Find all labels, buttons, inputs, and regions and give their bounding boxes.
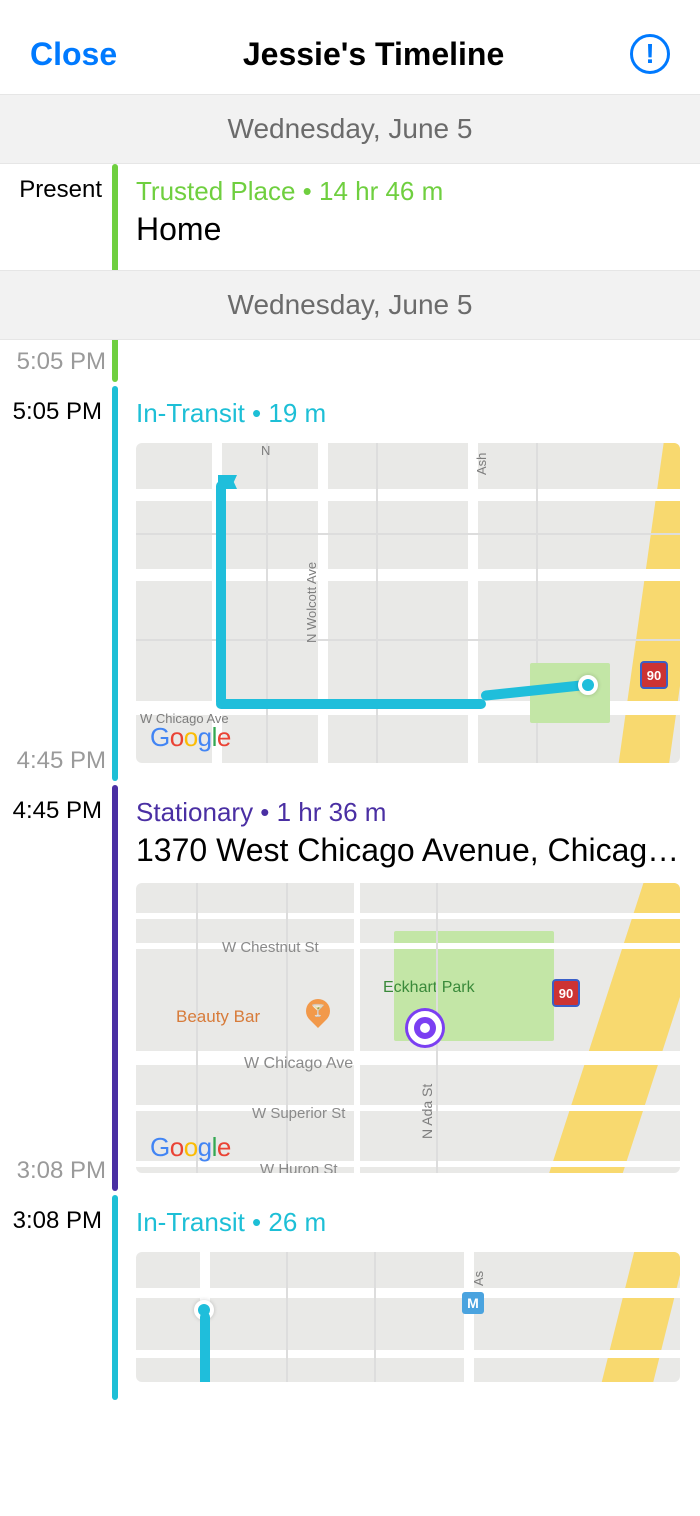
time-end: 5:05 PM (17, 348, 106, 376)
date-header: Wednesday, June 5 (0, 94, 700, 164)
map-thumbnail[interactable]: As M (136, 1252, 680, 1382)
interstate-shield-icon: 90 (552, 979, 580, 1007)
time-end: 4:45 PM (17, 747, 106, 775)
metro-icon: M (462, 1292, 484, 1314)
entry-category: Trusted Place • 14 hr 46 m (136, 176, 680, 207)
timeline-entry-transit[interactable]: 5:05 PM In-Transit • 19 m W Chicago Ave … (0, 386, 700, 781)
timeline-entry-stationary[interactable]: 4:45 PM Stationary • 1 hr 36 m 1370 West… (0, 785, 700, 1191)
map-road-label: W Superior St (252, 1105, 345, 1122)
time-start: 3:08 PM (0, 1207, 102, 1235)
entry-category: In-Transit • 26 m (136, 1207, 680, 1238)
route-end-dot-icon (578, 675, 598, 695)
google-logo: Google (150, 722, 231, 753)
close-button[interactable]: Close (30, 36, 117, 73)
time-start: 5:05 PM (0, 398, 102, 426)
map-road-label: W Huron St (260, 1161, 338, 1173)
timeline-bar (112, 386, 118, 781)
map-road-label: N Ada St (419, 1084, 435, 1139)
map-road-label: Ash (474, 453, 489, 475)
page-title: Jessie's Timeline (243, 36, 504, 73)
map-thumbnail[interactable]: W Chicago Ave N Wolcott Ave Ash N 90 Goo… (136, 443, 680, 763)
interstate-shield-icon: 90 (640, 661, 668, 689)
nav-header: Close Jessie's Timeline ! (0, 0, 700, 94)
info-icon[interactable]: ! (630, 34, 670, 74)
time-start: 4:45 PM (0, 797, 102, 825)
poi-label: Beauty Bar (176, 1007, 260, 1027)
entry-category: Stationary • 1 hr 36 m (136, 797, 680, 828)
map-compass-label: N (261, 443, 270, 458)
date-header-inline: Wednesday, June 5 (0, 270, 700, 340)
place-name: 1370 West Chicago Avenue, Chicago, IL (136, 832, 680, 869)
map-road-label: W Chestnut St (222, 939, 319, 956)
map-road-label: N Wolcott Ave (304, 562, 319, 643)
time-start: Present (0, 176, 102, 204)
map-road-label: As (471, 1271, 486, 1286)
timeline-bar (112, 785, 118, 1191)
time-end: 3:08 PM (17, 1157, 106, 1185)
map-thumbnail[interactable]: Eckhart Park W Chestnut St W Chicago Ave… (136, 883, 680, 1173)
poi-pin-icon (301, 994, 335, 1028)
entry-category: In-Transit • 19 m (136, 398, 680, 429)
location-marker-icon (408, 1011, 442, 1045)
timeline-bar (112, 1195, 118, 1400)
timeline-entry-trusted[interactable]: Present Trusted Place • 14 hr 46 m Home … (0, 164, 700, 382)
place-name: Home (136, 211, 680, 248)
park-label: Eckhart Park (383, 979, 475, 997)
timeline-entry-transit[interactable]: 3:08 PM In-Transit • 26 m As M (0, 1195, 700, 1400)
google-logo: Google (150, 1132, 231, 1163)
map-road-label: W Chicago Ave (244, 1055, 353, 1073)
